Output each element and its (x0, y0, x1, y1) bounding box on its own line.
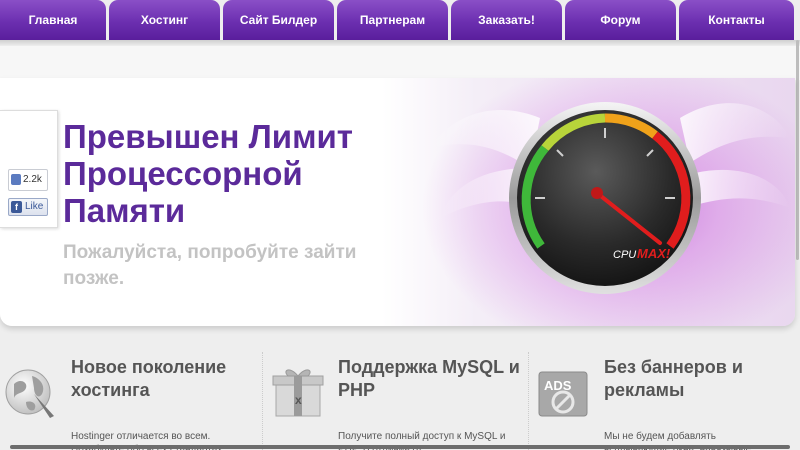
ads-icon-text: ADS (544, 378, 572, 393)
gauge-max-label: MAX! (637, 246, 671, 261)
no-ads-icon: ADS (538, 371, 588, 417)
spacer-bar (0, 46, 800, 80)
feature-mysql-php: x Поддержка MySQL и PHP Получите полный … (270, 350, 526, 450)
facebook-icon: f (11, 201, 22, 213)
nav-tab-contacts[interactable]: Контакты (679, 0, 794, 40)
feature-new-generation: Новое поколение хостинга Hostinger отлич… (4, 350, 260, 450)
social-like-widget: 2.2k f Like (0, 110, 58, 228)
horizontal-scrollbar[interactable] (10, 445, 790, 449)
feature-title: Поддержка MySQL и PHP (338, 357, 520, 400)
hero-subtitle: Пожалуйста, попробуйте зайти позже. (63, 242, 357, 289)
gauge-cpu-label: CPU (613, 249, 636, 261)
feature-title: Без баннеров и рекламы (604, 357, 743, 400)
hero-banner: CPU MAX! Превышен Лимит Процессорной Пам… (0, 78, 795, 326)
vertical-scrollbar[interactable] (796, 40, 799, 260)
thumbs-up-icon (11, 174, 21, 185)
like-count: 2.2k (23, 174, 42, 185)
svg-text:x: x (295, 393, 302, 407)
like-button-label: Like (25, 201, 44, 212)
nav-tab-site-builder[interactable]: Сайт Билдер (223, 0, 334, 40)
nav-tab-order[interactable]: Заказать! (451, 0, 562, 40)
hero-title: Превышен Лимит Процессорной Памяти (63, 118, 353, 229)
feature-no-ads: ADS Без баннеров и рекламы Мы не будем д… (536, 350, 796, 450)
feature-divider (262, 352, 263, 450)
gift-box-icon: x (272, 369, 324, 417)
feature-divider (528, 352, 529, 450)
nav-tab-home[interactable]: Главная (0, 0, 106, 40)
like-count-box: 2.2k (8, 169, 48, 191)
like-button[interactable]: f Like (8, 198, 48, 216)
feature-title: Новое поколение хостинга (71, 357, 227, 400)
nav-tab-forum[interactable]: Форум (565, 0, 676, 40)
globe-icon (5, 369, 54, 418)
nav-tab-partners[interactable]: Партнерам (337, 0, 448, 40)
nav-tab-hosting[interactable]: Хостинг (109, 0, 220, 40)
main-nav: Главная Хостинг Сайт Билдер Партнерам За… (0, 0, 800, 40)
cpu-gauge: CPU MAX! (509, 102, 701, 294)
